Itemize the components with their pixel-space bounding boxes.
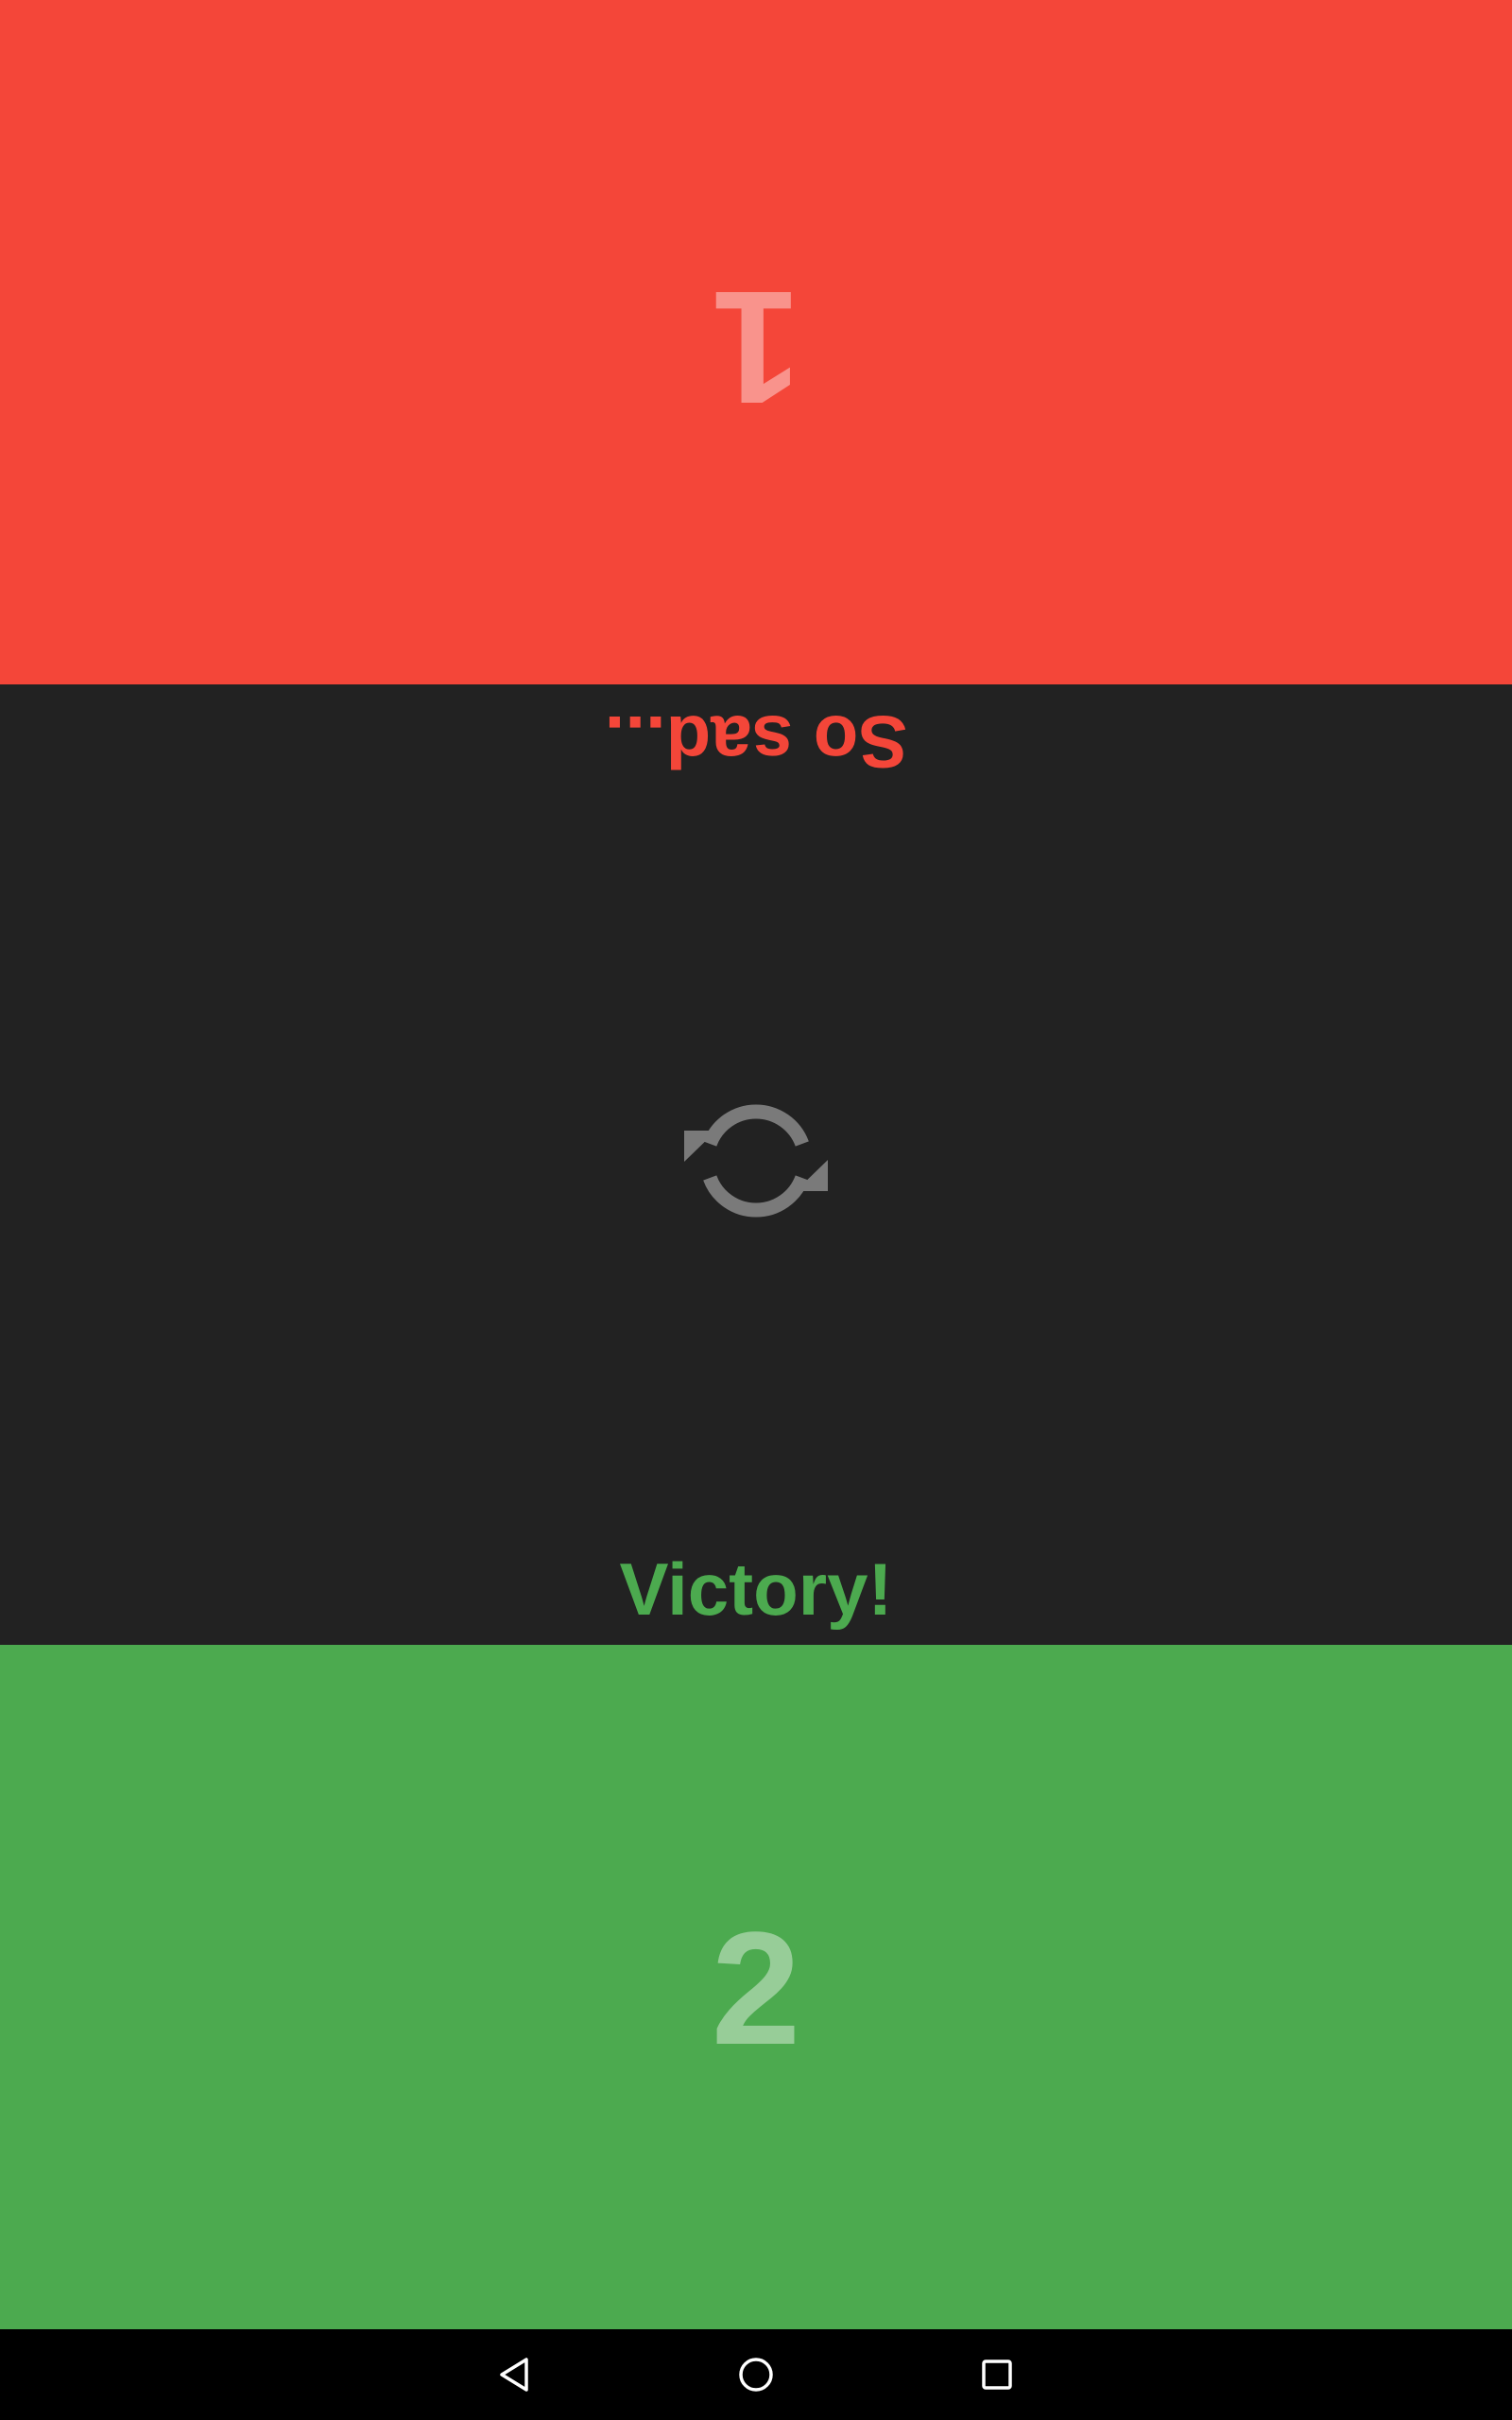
player-top-panel[interactable]: 1 bbox=[0, 0, 1512, 684]
player-bottom-score: 2 bbox=[711, 1899, 801, 2079]
nav-recents-button[interactable] bbox=[963, 2341, 1031, 2409]
system-navigation-bar bbox=[0, 2329, 1512, 2420]
game-screen: 1 So sad... Victory! 2 bbox=[0, 0, 1512, 2420]
restart-button[interactable] bbox=[682, 1087, 830, 1235]
nav-home-button[interactable] bbox=[722, 2341, 790, 2409]
refresh-icon bbox=[684, 1104, 828, 1218]
recents-square-icon bbox=[982, 2360, 1012, 2390]
back-triangle-icon bbox=[500, 2358, 528, 2392]
home-circle-icon bbox=[739, 2358, 773, 2392]
player-top-score: 1 bbox=[711, 257, 801, 437]
nav-back-button[interactable] bbox=[482, 2341, 550, 2409]
middle-area: So sad... Victory! bbox=[0, 684, 1512, 1645]
player-bottom-panel[interactable]: 2 bbox=[0, 1645, 1512, 2329]
player-bottom-status: Victory! bbox=[619, 1547, 893, 1631]
player-top-status: So sad... bbox=[604, 700, 908, 784]
